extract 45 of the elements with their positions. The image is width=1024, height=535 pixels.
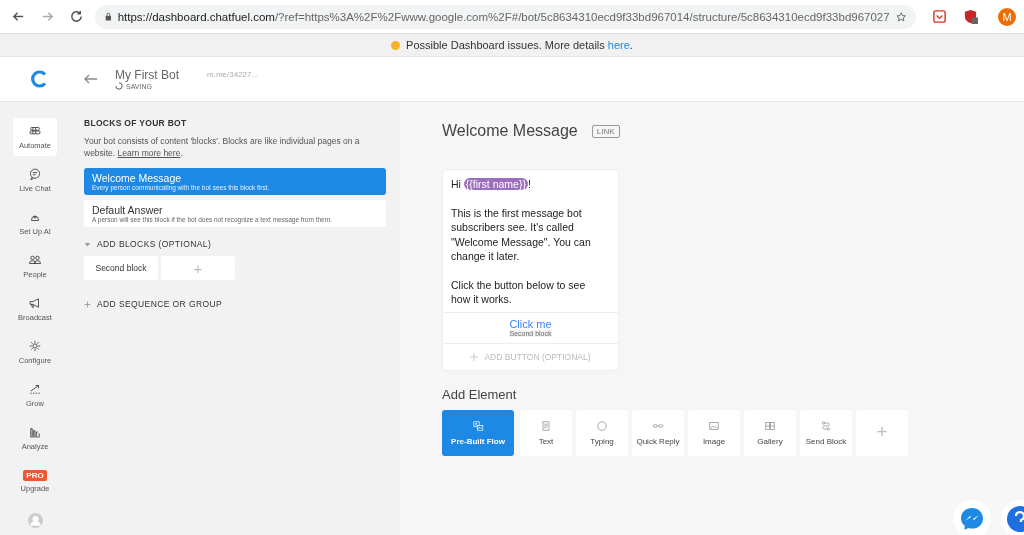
element-button[interactable]: Text xyxy=(520,409,572,456)
nav-icon xyxy=(28,296,42,310)
element-button[interactable]: Quick Reply xyxy=(632,409,684,456)
plus-icon xyxy=(470,352,479,361)
block-title: Welcome Message xyxy=(92,172,182,184)
extension-icon[interactable] xyxy=(932,9,947,24)
flow-icon xyxy=(472,419,484,432)
notice-text: Possible Dashboard issues. More details here. xyxy=(406,39,633,51)
logo-icon[interactable] xyxy=(29,69,49,89)
block-title: Default Answer xyxy=(92,204,164,216)
nav-icon xyxy=(28,253,42,267)
section-heading: BLOCKS OF YOUR BOT xyxy=(84,118,188,128)
nav-icon xyxy=(28,339,42,353)
gallery-icon xyxy=(764,419,776,432)
lock-icon xyxy=(105,11,112,22)
block-chip[interactable]: Second block xyxy=(84,256,158,280)
nav-icon xyxy=(28,425,42,439)
pro-badge: PRO xyxy=(23,469,47,481)
link-tag[interactable]: LINK xyxy=(591,124,620,138)
element-button[interactable]: Send Block xyxy=(800,409,852,456)
greeting-text: Hi {{first name}} ! xyxy=(451,177,532,192)
spinner-icon xyxy=(115,82,123,90)
message-text: This is the first message bot subscribers see. It's called "Welcome Message". You can change it later. xyxy=(451,205,592,264)
element-button[interactable]: Image xyxy=(688,409,740,456)
document-icon xyxy=(540,419,552,432)
nav-icon xyxy=(28,382,42,396)
element-button[interactable]: Typing xyxy=(576,409,628,456)
messenger-icon[interactable] xyxy=(952,499,992,535)
connector-icon xyxy=(820,419,832,432)
element-button[interactable]: Pre-Built Flow xyxy=(442,409,514,456)
star-icon[interactable] xyxy=(895,9,906,24)
add-element-heading: Add Element xyxy=(442,386,518,402)
block-title-heading[interactable]: Welcome Message xyxy=(442,122,578,140)
add-blocks-toggle[interactable]: ADD BLOCKS (OPTIONAL) xyxy=(84,239,386,249)
message-text: Click the button below to see how it works. xyxy=(451,277,587,307)
variable-chip[interactable]: {{first name}} xyxy=(463,178,528,190)
element-button[interactable]: Gallery xyxy=(744,409,796,456)
add-sequence-toggle[interactable]: ADD SEQUENCE OR GROUP xyxy=(84,299,386,309)
image-icon xyxy=(708,419,720,432)
nav-icon xyxy=(28,167,42,181)
bot-name[interactable]: My First Bot xyxy=(115,68,179,82)
intro-text: Your bot consists of content 'blocks'. Blocks are like individual pages on a website. Learn more here. xyxy=(84,135,361,159)
reload-icon[interactable] xyxy=(69,9,84,24)
shield-icon[interactable] xyxy=(963,9,978,24)
address-bar[interactable]: https://dashboard.chatfuel.com/?ref=https%3A%2F%2Fwww.google.com%2F#/bot/5c8634310ecd9f33bd967014/structure/5c8634310ecd9f33bd967027 xyxy=(95,4,916,29)
